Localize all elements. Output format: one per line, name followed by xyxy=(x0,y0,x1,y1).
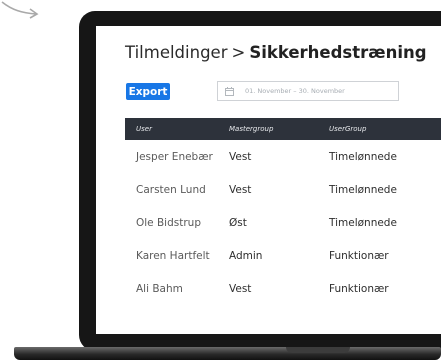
cell-user: Ali Bahm xyxy=(136,282,183,295)
cell-usergroup: Timelønnede xyxy=(329,216,397,229)
date-range-placeholder: 01. November – 30. November xyxy=(245,87,345,95)
cell-mastergroup: Vest xyxy=(229,183,252,196)
laptop-base-notch xyxy=(286,347,350,353)
cell-user: Ole Bidstrup xyxy=(136,216,201,229)
page-title: Sikkerhedstræning xyxy=(249,43,427,62)
export-button[interactable]: Export xyxy=(126,83,170,100)
column-header-usergroup[interactable]: UserGroup xyxy=(329,125,366,133)
cell-mastergroup: Vest xyxy=(229,282,252,295)
table-row[interactable]: Jesper Enebær Vest Timelønnede xyxy=(125,140,441,173)
cell-mastergroup: Vest xyxy=(229,150,252,163)
cell-mastergroup: Admin xyxy=(229,249,263,262)
cell-usergroup: Funktionær xyxy=(329,282,389,295)
cell-user: Carsten Lund xyxy=(136,183,206,196)
laptop-base xyxy=(14,347,441,360)
table-row[interactable]: Ali Bahm Vest Funktionær xyxy=(125,272,441,305)
date-range-input[interactable]: 01. November – 30. November xyxy=(217,81,399,101)
breadcrumb-parent[interactable]: Tilmeldinger xyxy=(125,43,227,62)
table-row[interactable]: Karen Hartfelt Admin Funktionær xyxy=(125,239,441,272)
table-header: User Mastergroup UserGroup xyxy=(125,118,441,140)
table-row[interactable]: Carsten Lund Vest Timelønnede xyxy=(125,173,441,206)
calendar-icon xyxy=(225,86,234,96)
cell-usergroup: Timelønnede xyxy=(329,183,397,196)
cell-mastergroup: Øst xyxy=(229,216,247,229)
breadcrumb: Tilmeldinger > Sikkerhedstræning xyxy=(125,43,427,62)
breadcrumb-separator: > xyxy=(231,43,246,62)
curved-arrow-icon xyxy=(1,1,39,19)
cell-usergroup: Timelønnede xyxy=(329,150,397,163)
cell-user: Karen Hartfelt xyxy=(136,249,210,262)
enrollment-table: User Mastergroup UserGroup Jesper Enebær… xyxy=(125,118,441,305)
cell-usergroup: Funktionær xyxy=(329,249,389,262)
app-screen: Tilmeldinger > Sikkerhedstræning Export 01… xyxy=(96,26,441,334)
column-header-user[interactable]: User xyxy=(136,125,152,133)
table-row[interactable]: Ole Bidstrup Øst Timelønnede xyxy=(125,206,441,239)
cell-user: Jesper Enebær xyxy=(136,150,213,163)
column-header-mastergroup[interactable]: Mastergroup xyxy=(229,125,273,133)
